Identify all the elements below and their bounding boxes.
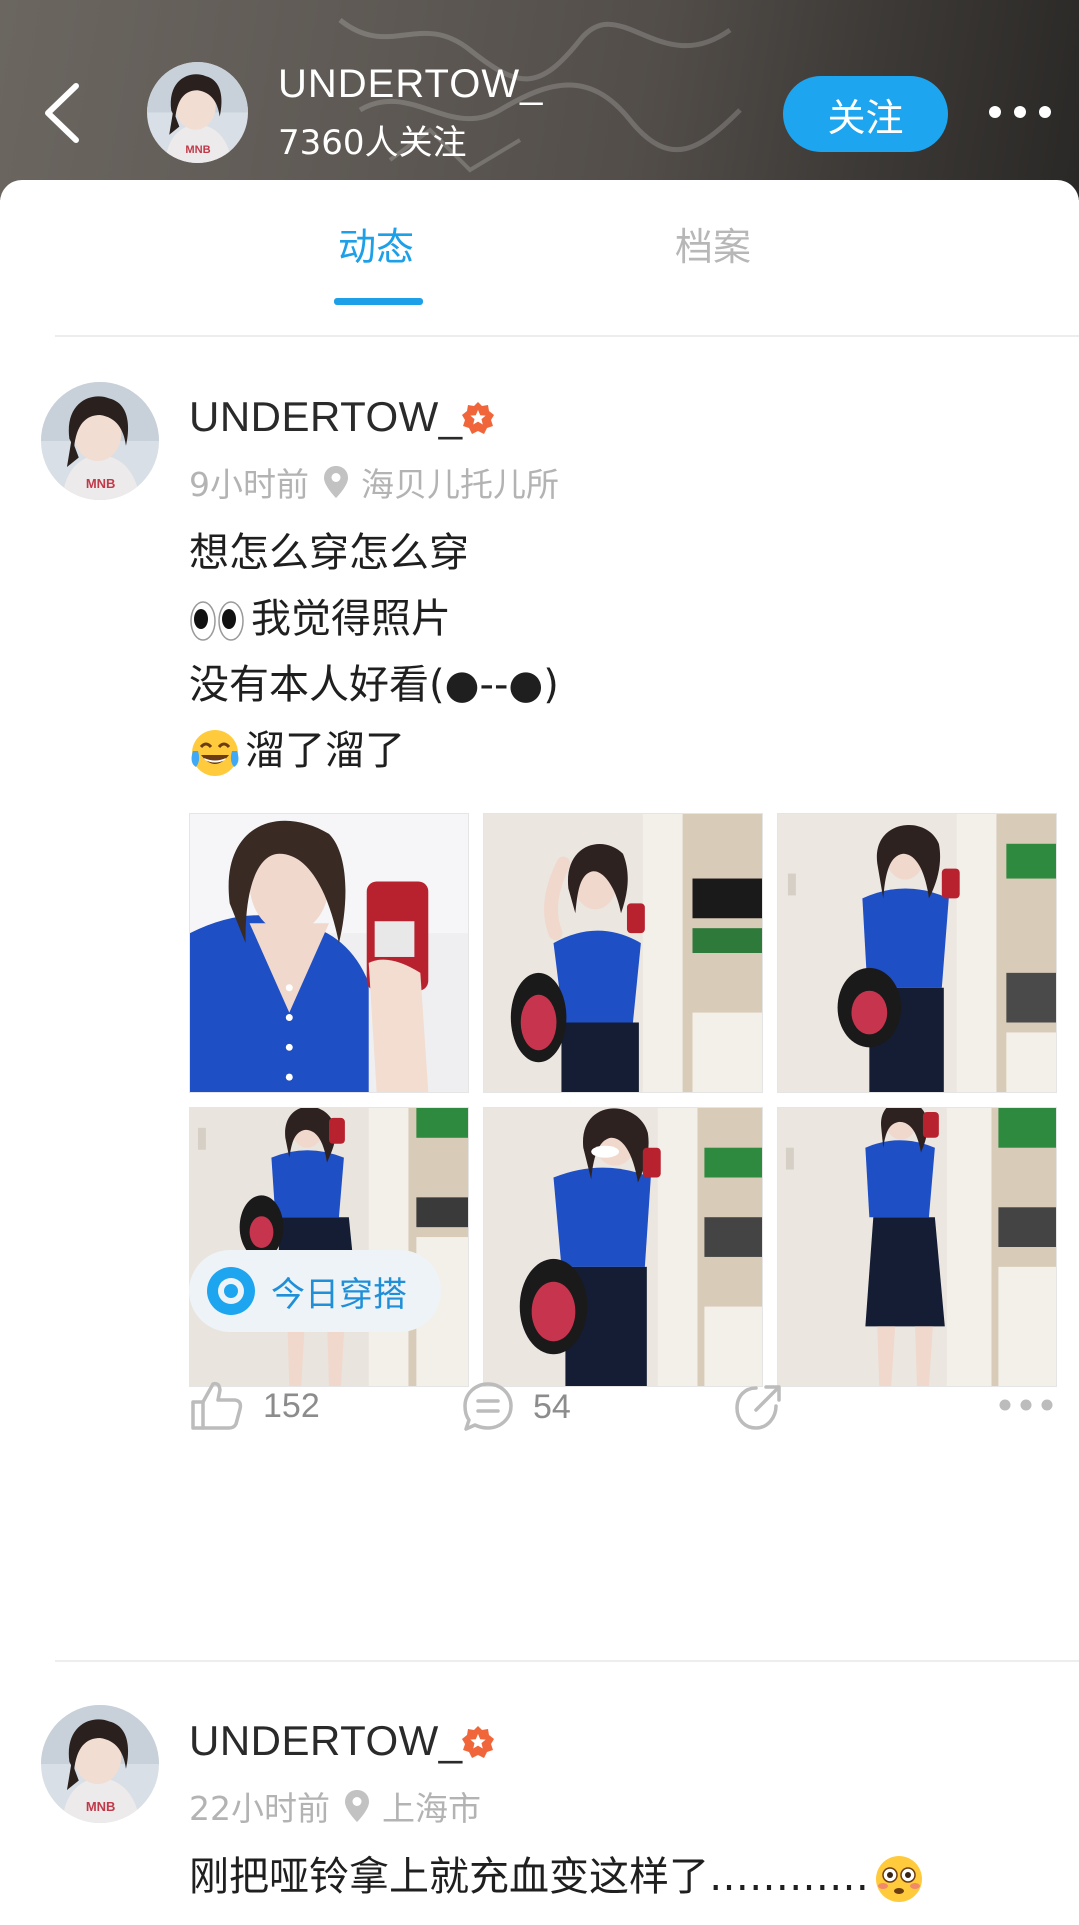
tab-feed[interactable]: 动态 bbox=[338, 216, 414, 271]
location-pin-icon bbox=[324, 466, 348, 498]
verified-badge-icon bbox=[462, 402, 494, 434]
more-options-icon[interactable] bbox=[985, 100, 1055, 130]
topic-tag-chip[interactable]: 今日穿搭 bbox=[189, 1250, 441, 1332]
post-photo-3[interactable] bbox=[777, 813, 1057, 1093]
location-pin-icon bbox=[345, 1790, 369, 1822]
thumbs-up-icon bbox=[191, 1381, 243, 1430]
post-photo-1[interactable] bbox=[189, 813, 469, 1093]
post-time: 9小时前 bbox=[189, 465, 309, 504]
comment-count: 54 bbox=[533, 1387, 571, 1426]
share-icon bbox=[735, 1385, 781, 1430]
share-button[interactable] bbox=[732, 1380, 786, 1434]
verified-badge-icon bbox=[462, 1726, 494, 1758]
post-line: 溜了溜了 bbox=[189, 718, 559, 784]
back-arrow-icon[interactable] bbox=[38, 78, 88, 148]
post-line: 想怎么穿怎么穿 bbox=[189, 530, 469, 576]
header-avatar[interactable]: MNB bbox=[147, 62, 248, 163]
like-count: 152 bbox=[263, 1386, 320, 1425]
follow-button[interactable]: 关注 bbox=[783, 76, 948, 152]
topic-tag-label: 今日穿搭 bbox=[271, 1274, 407, 1315]
post-photo-2[interactable] bbox=[483, 813, 763, 1093]
post-meta: 22小时前 上海市 bbox=[189, 1782, 481, 1830]
topic-icon bbox=[207, 1267, 255, 1315]
post-line: 没有本人好看(●--●) bbox=[189, 662, 559, 708]
post-photo-6[interactable] bbox=[777, 1107, 1057, 1387]
post-username[interactable]: UNDERTOW_ bbox=[189, 1717, 463, 1765]
post-location[interactable]: 上海市 bbox=[382, 1782, 481, 1830]
post-line-text: 溜了溜了 bbox=[245, 728, 405, 774]
post-avatar[interactable]: MNB bbox=[41, 1705, 159, 1823]
comment-icon bbox=[463, 1382, 513, 1431]
like-button[interactable]: 152 bbox=[189, 1380, 320, 1432]
svg-text:MNB: MNB bbox=[185, 144, 210, 156]
svg-text:MNB: MNB bbox=[86, 1799, 116, 1814]
header-username: UNDERTOW_ bbox=[278, 62, 544, 106]
header-followers-count: 7360人关注 bbox=[278, 123, 467, 163]
post-username[interactable]: UNDERTOW_ bbox=[189, 393, 463, 441]
post-body: 刚把哑铃拿上就充血变这样了………… bbox=[189, 1844, 929, 1910]
post-divider bbox=[55, 1660, 1079, 1662]
profile-header: MNB UNDERTOW_ 7360人关注 关注 bbox=[0, 0, 1079, 200]
eyes-emoji-icon bbox=[190, 601, 244, 641]
svg-text:MNB: MNB bbox=[86, 476, 116, 491]
tab-profile[interactable]: 档案 bbox=[675, 216, 751, 271]
post-body: 想怎么穿怎么穿 我觉得照片 没有本人好看(●--●) 溜了溜了 bbox=[189, 520, 559, 784]
post-time: 22小时前 bbox=[189, 1789, 330, 1828]
laughing-tears-emoji-icon bbox=[191, 730, 239, 776]
tabs-divider bbox=[55, 335, 1079, 337]
post-line-text: 我觉得照片 bbox=[251, 596, 451, 642]
post-line: 我觉得照片 bbox=[189, 586, 559, 652]
post-photo-5[interactable] bbox=[483, 1107, 763, 1387]
comment-button[interactable]: 54 bbox=[461, 1380, 571, 1434]
post-photo-4[interactable] bbox=[189, 1107, 469, 1387]
post-avatar[interactable]: MNB bbox=[41, 382, 159, 500]
post-meta: 9小时前 海贝儿托儿所 bbox=[189, 458, 559, 506]
post-line: 刚把哑铃拿上就充血变这样了………… bbox=[189, 1854, 869, 1900]
flushed-face-emoji-icon bbox=[876, 1856, 922, 1902]
post-more-icon[interactable] bbox=[998, 1397, 1054, 1413]
active-tab-indicator bbox=[334, 298, 423, 305]
post-location[interactable]: 海贝儿托儿所 bbox=[361, 458, 559, 506]
